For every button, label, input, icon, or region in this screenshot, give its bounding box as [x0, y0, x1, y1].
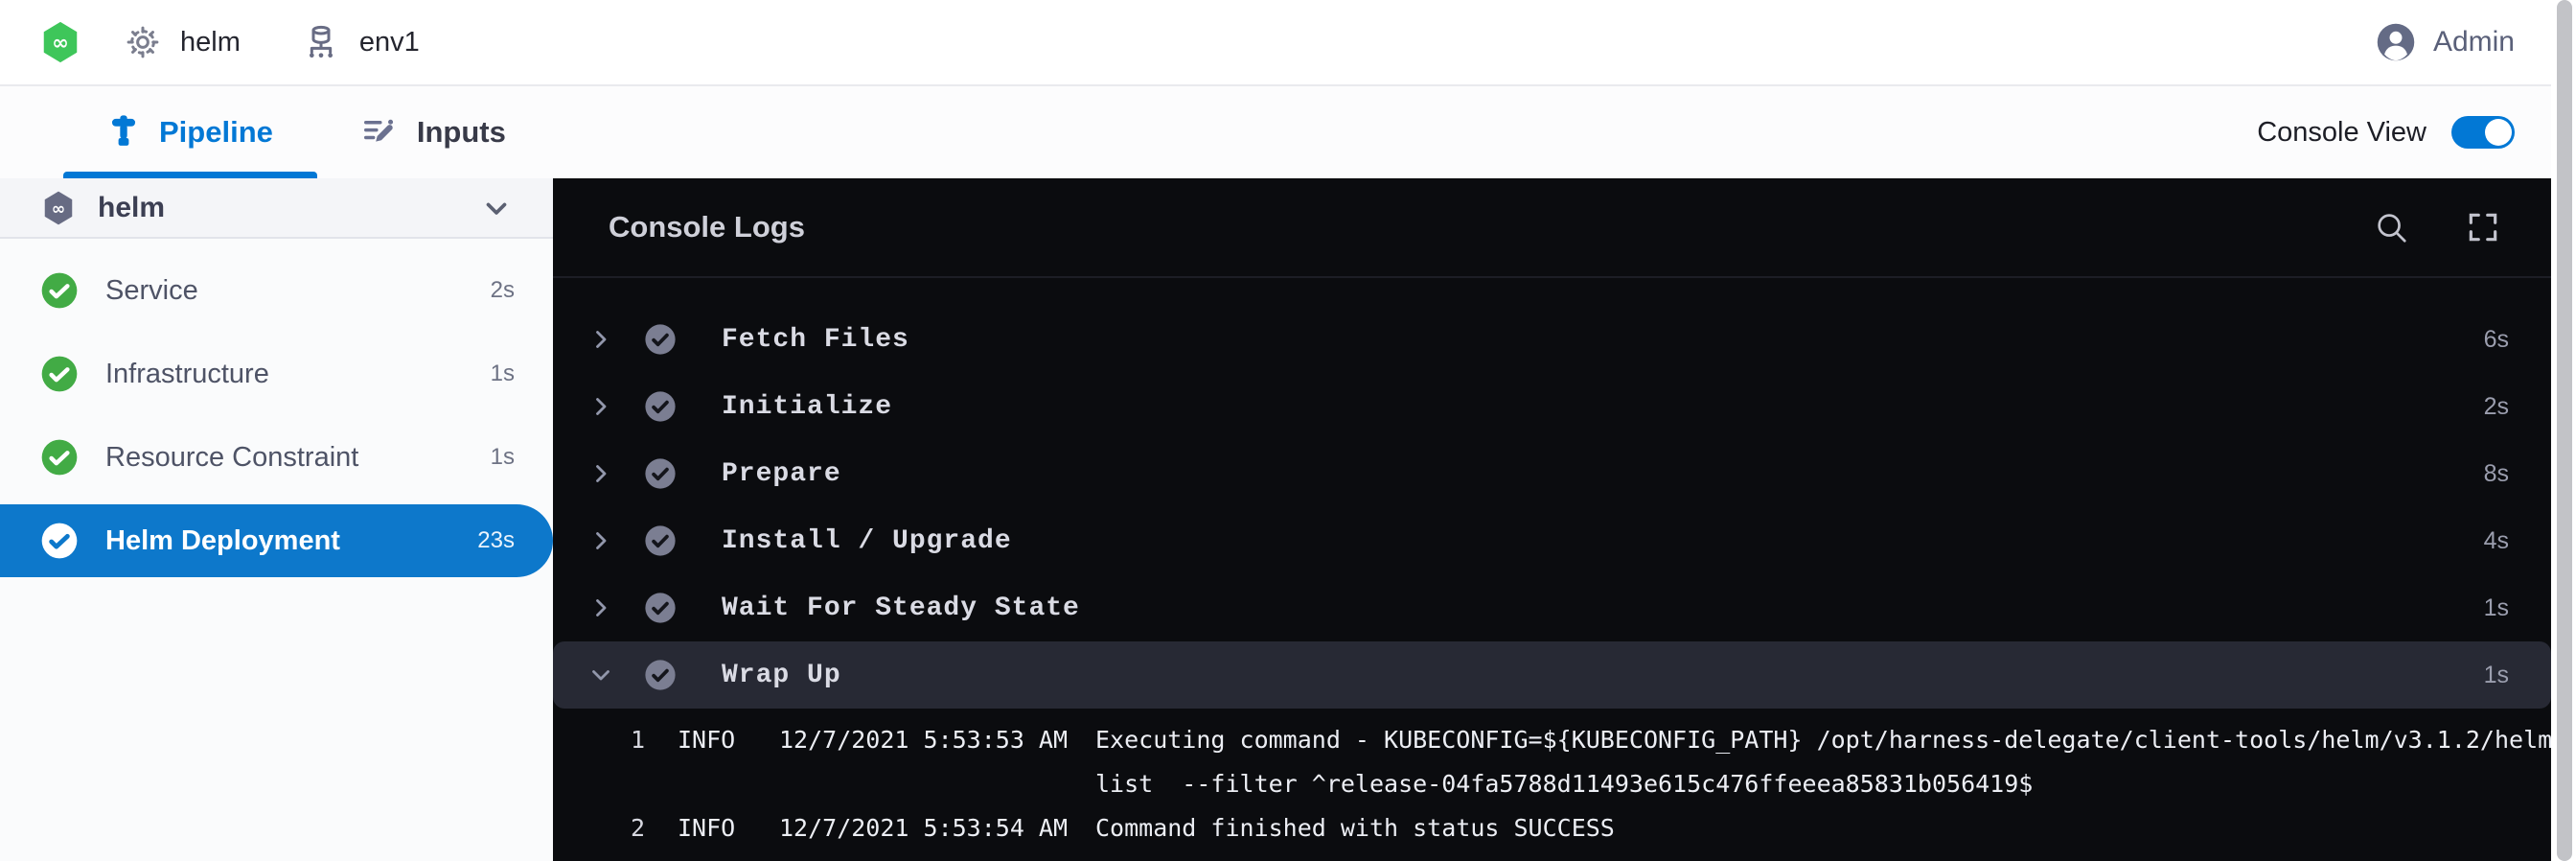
log-timestamp: 12/7/2021 5:53:54 AM	[779, 806, 1095, 850]
sidebar-item-label: Infrastructure	[105, 359, 269, 390]
step-label: Wait For Steady State	[722, 593, 1080, 623]
console-step-install-upgrade[interactable]: Install / Upgrade 4s	[553, 507, 2551, 574]
success-check-icon	[40, 438, 79, 477]
step-duration: 6s	[2484, 326, 2509, 354]
step-success-icon	[643, 591, 678, 625]
user-menu[interactable]: Admin	[2376, 22, 2515, 62]
environment-name: env1	[359, 27, 420, 58]
service-hexagon-icon: ∞	[38, 19, 82, 65]
step-duration: 2s	[2484, 393, 2509, 421]
sidebar-item-helm-deployment[interactable]: Helm Deployment 23s	[0, 504, 553, 577]
tab-bar: Pipeline Inputs Console View	[0, 84, 2576, 178]
log-message: Command finished with status SUCCESS	[1095, 806, 2513, 850]
step-success-icon	[643, 524, 678, 558]
service-breadcrumb[interactable]: ∞ helm	[38, 19, 241, 65]
scrollbar-track	[2551, 0, 2576, 861]
success-check-icon	[40, 355, 79, 393]
step-success-icon	[643, 456, 678, 491]
gear-icon	[125, 24, 161, 60]
log-level: INFO	[645, 806, 779, 850]
step-success-icon	[643, 658, 678, 692]
console-view-toggle[interactable]	[2451, 116, 2515, 149]
sidebar-item-resource-constraint[interactable]: Resource Constraint 1s	[0, 421, 553, 494]
step-label: Wrap Up	[722, 661, 841, 690]
svg-text:∞: ∞	[52, 199, 66, 219]
execution-sidebar: ∞ helm Service 2s Infrastructure 1s Reso…	[0, 178, 553, 861]
search-icon[interactable]	[2373, 209, 2409, 245]
success-check-icon	[40, 271, 79, 310]
log-message: list --filter ^release-04fa5788d11493e61…	[1095, 762, 2513, 806]
step-duration: 8s	[2484, 460, 2509, 488]
sidebar-item-label: Helm Deployment	[105, 525, 340, 557]
fullscreen-icon[interactable]	[2465, 209, 2501, 245]
log-line-number: 2	[607, 806, 645, 850]
step-duration: 4s	[2484, 527, 2509, 555]
environment-icon	[302, 22, 340, 62]
sidebar-item-infrastructure[interactable]: Infrastructure 1s	[0, 337, 553, 410]
log-output: 1 INFO 12/7/2021 5:53:53 AM Executing co…	[553, 709, 2551, 850]
console-title: Console Logs	[609, 210, 805, 244]
stage-header[interactable]: ∞ helm	[0, 178, 553, 239]
user-label: Admin	[2433, 26, 2515, 58]
step-duration: 1s	[2484, 594, 2509, 622]
sidebar-item-label: Resource Constraint	[105, 442, 358, 474]
log-timestamp: 12/7/2021 5:53:53 AM	[779, 718, 1095, 762]
step-label: Initialize	[722, 392, 892, 422]
stage-hexagon-icon: ∞	[40, 189, 77, 227]
console-view-control: Console View	[2257, 86, 2515, 178]
step-success-icon	[643, 389, 678, 424]
sidebar-item-duration: 2s	[491, 277, 515, 304]
tab-pipeline-label: Pipeline	[159, 115, 273, 150]
chevron-down-icon[interactable]	[587, 663, 614, 686]
step-success-icon	[643, 322, 678, 357]
stage-step-list: Service 2s Infrastructure 1s Resource Co…	[0, 239, 553, 588]
inputs-icon	[361, 114, 398, 151]
chevron-down-icon[interactable]	[480, 192, 513, 224]
sidebar-item-duration: 1s	[491, 444, 515, 471]
console-step-wait-for-steady-state[interactable]: Wait For Steady State 1s	[553, 574, 2551, 641]
console-step-list: Fetch Files 6s Initialize 2s Prepare 8s …	[553, 278, 2551, 709]
log-line[interactable]: 1 INFO 12/7/2021 5:53:53 AM Executing co…	[607, 718, 2513, 762]
toggle-knob	[2485, 119, 2512, 146]
scrollbar-thumb[interactable]	[2557, 0, 2572, 861]
stage-name: helm	[98, 192, 165, 224]
service-name: helm	[180, 27, 241, 58]
console-header: Console Logs	[553, 178, 2551, 278]
step-label: Install / Upgrade	[722, 526, 1012, 556]
chevron-right-icon[interactable]	[587, 328, 614, 351]
console-view-label: Console View	[2257, 117, 2426, 149]
tab-pipeline[interactable]: Pipeline	[63, 86, 317, 178]
console-step-fetch-files[interactable]: Fetch Files 6s	[553, 306, 2551, 373]
chevron-right-icon[interactable]	[587, 462, 614, 485]
sidebar-item-service[interactable]: Service 2s	[0, 254, 553, 327]
log-message: Executing command - KUBECONFIG=${KUBECON…	[1095, 718, 2551, 762]
log-line-continuation[interactable]: list --filter ^release-04fa5788d11493e61…	[607, 762, 2513, 806]
console-step-initialize[interactable]: Initialize 2s	[553, 373, 2551, 440]
environment-breadcrumb[interactable]: env1	[302, 22, 420, 62]
log-line-number: 1	[607, 718, 645, 762]
log-line[interactable]: 2 INFO 12/7/2021 5:53:54 AM Command fini…	[607, 806, 2513, 850]
top-bar: ∞ helm env1 Admin	[0, 0, 2576, 84]
chevron-right-icon[interactable]	[587, 529, 614, 552]
log-level: INFO	[645, 718, 779, 762]
avatar-icon	[2376, 22, 2416, 62]
step-duration: 1s	[2484, 662, 2509, 689]
content-area: ∞ helm Service 2s Infrastructure 1s Reso…	[0, 178, 2576, 861]
step-label: Prepare	[722, 459, 841, 489]
chevron-right-icon[interactable]	[587, 596, 614, 619]
tab-inputs[interactable]: Inputs	[317, 86, 550, 178]
success-check-icon-active	[40, 522, 79, 560]
pipeline-icon	[107, 114, 140, 151]
console-step-prepare[interactable]: Prepare 8s	[553, 440, 2551, 507]
sidebar-item-duration: 23s	[477, 527, 515, 554]
console-logs-panel: Console Logs Fetch Files 6s Initia	[553, 178, 2551, 861]
sidebar-item-label: Service	[105, 275, 198, 307]
console-step-wrap-up[interactable]: Wrap Up 1s	[553, 641, 2551, 709]
step-label: Fetch Files	[722, 325, 909, 355]
chevron-right-icon[interactable]	[587, 395, 614, 418]
svg-text:∞: ∞	[52, 31, 69, 55]
sidebar-item-duration: 1s	[491, 361, 515, 387]
tab-inputs-label: Inputs	[417, 115, 506, 150]
